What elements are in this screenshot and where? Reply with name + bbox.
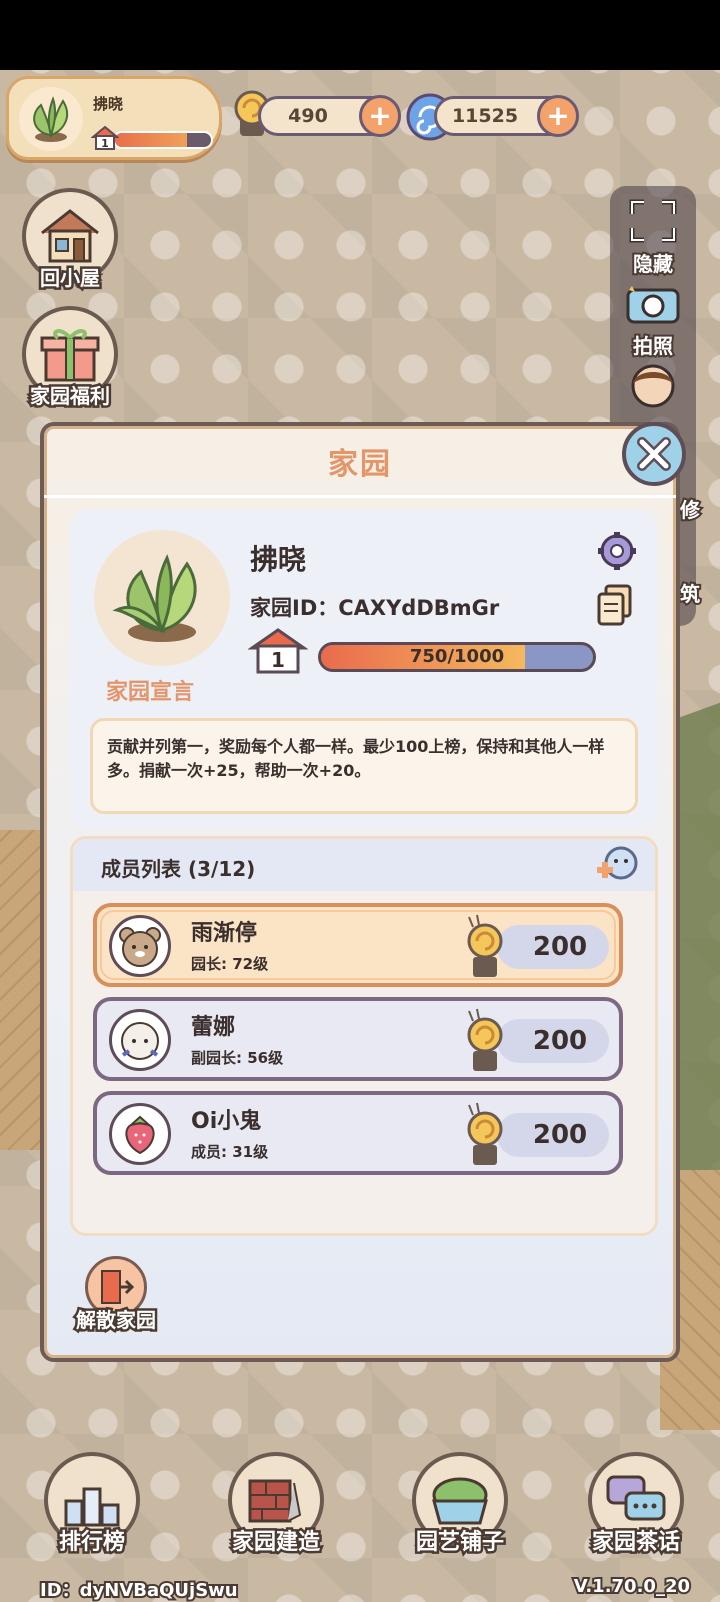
member-name: 雨渐停 bbox=[191, 921, 258, 946]
member-role: 成员: 31级 bbox=[191, 1143, 269, 1161]
add-gem-button[interactable]: + bbox=[537, 95, 579, 137]
snail-trophy-icon bbox=[467, 914, 503, 977]
dialog-header: 家园 bbox=[44, 426, 676, 498]
bottom-navigation: 排行榜 家园建造 园艺铺子 家园茶话 bbox=[0, 1452, 720, 1572]
disband-garden-button[interactable]: 解散家园 bbox=[66, 1256, 166, 1335]
frame-corners-icon bbox=[629, 199, 677, 243]
garden-welfare-label: 家园福利 bbox=[28, 382, 113, 411]
nav-garden-chat[interactable]: 家园茶话 bbox=[566, 1452, 706, 1558]
player-level-progress bbox=[113, 131, 213, 149]
character-button[interactable] bbox=[610, 362, 696, 416]
garden-id: 家园ID：CAXYdDBmGr bbox=[250, 596, 500, 620]
nav-garden-build-label: 家园建造 bbox=[229, 1528, 322, 1558]
garden-name: 拂晓 bbox=[250, 543, 307, 576]
user-id: ID：dyNVBaQUjSwu bbox=[38, 1578, 240, 1602]
hide-ui-button[interactable]: 隐藏 bbox=[610, 198, 696, 278]
garden-welfare-button[interactable]: 家园福利 bbox=[20, 306, 120, 411]
photo-button[interactable]: 拍照 bbox=[610, 282, 696, 360]
member-row[interactable]: 蕾娜 副园长: 56级 200 bbox=[93, 997, 623, 1081]
member-name: 蕾娜 bbox=[191, 1015, 236, 1040]
garden-exp-bar: 750/1000 bbox=[318, 642, 596, 672]
camera-icon bbox=[626, 286, 680, 324]
snail-coin-value: 490 bbox=[288, 105, 328, 127]
player-name: 拂晓 bbox=[93, 95, 124, 113]
character-avatar-icon bbox=[631, 364, 675, 408]
garden-info-panel: 家园宣言 拂晓 家园ID：CAXYdDBmGr 1 750/1000 贡献并列第… bbox=[70, 510, 658, 828]
garden-avatar-icon[interactable] bbox=[94, 530, 230, 666]
member-row[interactable]: 雨渐停 园长: 72级 200 bbox=[93, 903, 623, 987]
nav-garden-shop-label: 园艺铺子 bbox=[413, 1528, 506, 1558]
back-to-house-button[interactable]: 回小屋 bbox=[20, 188, 120, 293]
app-version: V.1.70.0_20 bbox=[572, 1574, 692, 1599]
manifesto-label[interactable]: 家园宣言 bbox=[106, 674, 194, 706]
snail-trophy-icon bbox=[467, 1008, 503, 1071]
garden-exp-text: 750/1000 bbox=[409, 646, 505, 667]
member-row[interactable]: Oi小鬼 成员: 31级 200 bbox=[93, 1091, 623, 1175]
house-level-icon: 1 bbox=[91, 125, 119, 150]
member-role: 园长: 72级 bbox=[191, 955, 269, 973]
plant-avatar-icon bbox=[19, 87, 83, 151]
bear-avatar-icon bbox=[109, 915, 171, 977]
back-to-house-label: 回小屋 bbox=[38, 264, 103, 293]
strawberry-avatar-icon bbox=[109, 1103, 171, 1165]
member-role: 副园长: 56级 bbox=[191, 1049, 284, 1067]
member-contribution: 200 bbox=[497, 1113, 609, 1157]
member-list-title: 成员列表 (3/12) bbox=[101, 857, 256, 881]
copy-icon[interactable] bbox=[596, 584, 634, 626]
nav-ranking-label: 排行榜 bbox=[56, 1528, 127, 1558]
invite-member-icon[interactable] bbox=[595, 845, 639, 885]
garden-dialog: 家园 家园宣言 拂晓 家园ID：CAXYdDBmGr 1 750/1000 贡献… bbox=[40, 422, 680, 1362]
close-icon bbox=[637, 437, 671, 471]
gem-value: 11525 bbox=[451, 105, 519, 127]
nav-garden-shop[interactable]: 园艺铺子 bbox=[390, 1452, 530, 1558]
close-dialog-button[interactable] bbox=[622, 422, 686, 486]
manifesto-text: 贡献并列第一，奖励每个人都一样。最少100上榜，保持和其他人一样多。捐献一次+2… bbox=[90, 718, 638, 814]
dialog-title: 家园 bbox=[328, 446, 392, 482]
sheep-avatar-icon bbox=[109, 1009, 171, 1071]
house-level-icon: 1 bbox=[248, 628, 308, 674]
gem-counter: 11525 + bbox=[434, 95, 579, 137]
gear-icon[interactable] bbox=[596, 530, 638, 572]
garden-level-number: 1 bbox=[271, 648, 285, 672]
add-snail-coin-button[interactable]: + bbox=[359, 95, 401, 137]
member-contribution: 200 bbox=[497, 1019, 609, 1063]
player-profile-card[interactable]: 拂晓 1 bbox=[6, 76, 222, 160]
build-label[interactable]: 筑 bbox=[678, 578, 702, 608]
nav-garden-build[interactable]: 家园建造 bbox=[206, 1452, 346, 1558]
player-level-number: 1 bbox=[101, 137, 109, 150]
nav-ranking[interactable]: 排行榜 bbox=[22, 1452, 162, 1558]
decorate-label[interactable]: 修 bbox=[678, 494, 702, 524]
member-list-panel: 成员列表 (3/12) 雨渐停 园长: 72级 200 蕾娜 副园长: 56级 … bbox=[70, 836, 658, 1236]
member-name: Oi小鬼 bbox=[191, 1109, 262, 1134]
snail-coin-counter: 490 + bbox=[258, 95, 401, 137]
snail-trophy-icon bbox=[467, 1102, 503, 1165]
member-contribution: 200 bbox=[497, 925, 609, 969]
hide-ui-label: 隐藏 bbox=[631, 250, 675, 278]
member-list-header: 成员列表 (3/12) bbox=[73, 839, 655, 891]
disband-garden-label: 解散家园 bbox=[74, 1306, 159, 1335]
photo-label: 拍照 bbox=[631, 332, 675, 360]
nav-garden-chat-label: 家园茶话 bbox=[589, 1528, 682, 1558]
